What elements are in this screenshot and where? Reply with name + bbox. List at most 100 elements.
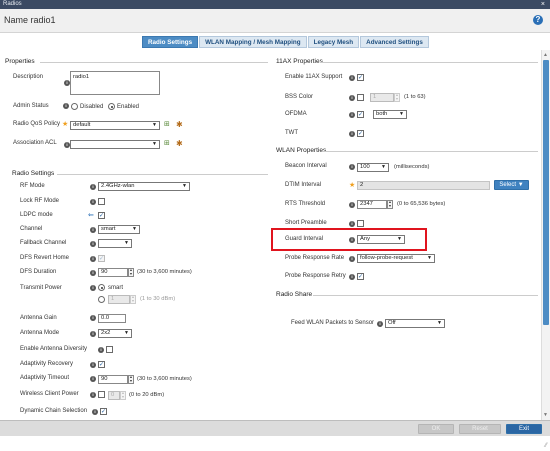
info-icon[interactable]: i (90, 362, 96, 368)
vertical-scrollbar[interactable]: ▲ ▼ (541, 50, 550, 420)
scroll-up-icon[interactable]: ▲ (543, 52, 548, 58)
info-icon[interactable]: i (90, 256, 96, 262)
ofdma-checkbox[interactable]: ✓ (357, 111, 364, 118)
beacon-select[interactable]: 100 ▼ (357, 163, 389, 172)
antenna-mode-select[interactable]: 2x2 ▼ (98, 329, 132, 338)
info-icon[interactable]: i (63, 103, 69, 109)
info-icon[interactable]: i (349, 75, 355, 81)
scrollbar-thumb[interactable] (543, 60, 549, 325)
tab-advanced-settings[interactable]: Advanced Settings (360, 36, 429, 48)
admin-enabled-radio[interactable] (108, 103, 115, 110)
info-icon[interactable]: i (349, 221, 355, 227)
admin-disabled-radio[interactable] (71, 103, 78, 110)
rf-mode-select[interactable]: 2.4GHz-wlan ▼ (98, 182, 190, 191)
info-icon[interactable]: i (349, 274, 355, 280)
rts-label: RTS Threshold (285, 201, 326, 207)
dfs-revert-checkbox[interactable]: ✓ (98, 255, 105, 262)
admin-status-label: Admin Status (13, 103, 49, 109)
dtim-input[interactable]: 2 (357, 181, 490, 190)
lock-rf-checkbox[interactable] (98, 198, 105, 205)
dfs-duration-label: DFS Duration (20, 269, 57, 275)
info-icon[interactable]: i (349, 202, 355, 208)
info-icon[interactable]: i (90, 376, 96, 382)
create-icon[interactable]: ⊞ (164, 140, 170, 148)
tx-power-input[interactable]: 1 (108, 295, 130, 304)
ok-button[interactable]: OK (418, 424, 454, 434)
create-icon[interactable]: ⊞ (164, 121, 170, 129)
tab-wlan-mapping[interactable]: WLAN Mapping / Mesh Mapping (199, 36, 307, 48)
description-label: Description (13, 74, 44, 80)
info-icon[interactable]: i (90, 184, 96, 190)
help-icon[interactable]: ? (533, 15, 543, 25)
adaptivity-timeout-hint: (30 to 3,600 minutes) (137, 376, 192, 382)
info-icon[interactable]: i (90, 227, 96, 233)
exit-button[interactable]: Exit (506, 424, 542, 434)
antenna-diversity-label: Enable Antenna Diversity (20, 346, 88, 352)
wireless-client-power-checkbox[interactable] (98, 391, 105, 398)
twt-checkbox[interactable]: ✓ (357, 130, 364, 137)
antenna-diversity-checkbox[interactable] (106, 346, 113, 353)
antenna-mode-label: Antenna Mode (20, 330, 60, 336)
info-icon[interactable]: i (90, 285, 96, 291)
window-titlebar: Radios × (0, 0, 550, 9)
ofdma-select[interactable]: both ▼ (373, 110, 407, 119)
tab-bar: Radio Settings WLAN Mapping / Mesh Mappi… (142, 36, 429, 48)
dfs-duration-input[interactable]: 90 (98, 268, 128, 277)
ldpc-checkbox[interactable]: ✓ (98, 212, 105, 219)
adaptivity-recovery-checkbox[interactable]: ✓ (98, 361, 105, 368)
info-icon[interactable]: i (349, 164, 355, 170)
info-icon[interactable]: i (90, 392, 96, 398)
info-icon[interactable]: i (90, 241, 96, 247)
dtim-select-button[interactable]: Select ▼ (494, 180, 529, 190)
resize-grip-icon[interactable]: ⁄⁄ (545, 443, 547, 449)
close-icon[interactable]: × (541, 0, 545, 9)
rts-input[interactable]: 2347 (357, 200, 387, 209)
tx-power-stepper[interactable]: ▲ ▼ (130, 295, 136, 304)
channel-select[interactable]: smart ▼ (98, 225, 140, 234)
tab-radio-settings[interactable]: Radio Settings (142, 36, 199, 48)
info-icon[interactable]: i (98, 347, 104, 353)
scroll-down-icon[interactable]: ▼ (543, 412, 548, 418)
gear-icon[interactable]: ✱ (176, 140, 183, 148)
chevron-down-icon: ▼ (399, 111, 404, 117)
dynamic-chain-checkbox[interactable]: ✓ (100, 408, 107, 415)
info-icon[interactable]: i (349, 95, 355, 101)
info-icon[interactable]: i (90, 315, 96, 321)
adaptivity-timeout-stepper[interactable]: ▲ ▼ (128, 375, 134, 384)
fallback-channel-select[interactable]: ▼ (98, 239, 132, 248)
acl-label: Association ACL (13, 140, 57, 146)
description-field[interactable]: radio1 (70, 71, 160, 95)
tx-power-label: Transmit Power (20, 285, 62, 291)
info-icon[interactable]: i (349, 131, 355, 137)
bss-color-stepper[interactable]: ▲ ▼ (394, 93, 400, 102)
tx-power-smart-radio[interactable] (98, 284, 105, 291)
info-icon[interactable]: i (349, 112, 355, 118)
reset-button[interactable]: Reset (459, 424, 501, 434)
ax11-enable-checkbox[interactable]: ✓ (357, 74, 364, 81)
probe-retry-checkbox[interactable]: ✓ (357, 273, 364, 280)
tx-power-hint: (1 to 30 dBm) (140, 296, 176, 302)
info-icon[interactable]: i (92, 409, 98, 415)
info-icon[interactable]: i (90, 331, 96, 337)
info-icon[interactable]: i (377, 321, 383, 327)
antenna-gain-input[interactable]: 0.0 (98, 314, 126, 323)
info-icon[interactable]: i (90, 270, 96, 276)
bss-color-input[interactable]: 1 (370, 93, 394, 102)
adaptivity-timeout-input[interactable]: 90 (98, 375, 128, 384)
tx-power-manual-radio[interactable] (98, 296, 105, 303)
bss-color-checkbox[interactable] (357, 94, 364, 101)
wireless-client-power-label: Wireless Client Power (20, 391, 79, 397)
acl-select[interactable]: ▼ (70, 140, 160, 149)
short-preamble-checkbox[interactable] (357, 220, 364, 227)
gear-icon[interactable]: ✱ (176, 121, 183, 129)
info-icon[interactable]: i (349, 256, 355, 262)
info-icon[interactable]: i (90, 199, 96, 205)
wireless-client-power-input[interactable]: 0 (108, 391, 120, 400)
rts-stepper[interactable]: ▲ ▼ (387, 200, 393, 209)
wireless-client-power-stepper[interactable]: ▲ ▼ (120, 391, 126, 400)
feed-wlan-select[interactable]: Off ▼ (385, 319, 445, 328)
dfs-duration-stepper[interactable]: ▲ ▼ (128, 268, 134, 277)
tab-legacy-mesh[interactable]: Legacy Mesh (307, 36, 360, 48)
qos-select[interactable]: default ▼ (70, 121, 160, 130)
probe-rate-select[interactable]: follow-probe-request ▼ (357, 254, 435, 263)
